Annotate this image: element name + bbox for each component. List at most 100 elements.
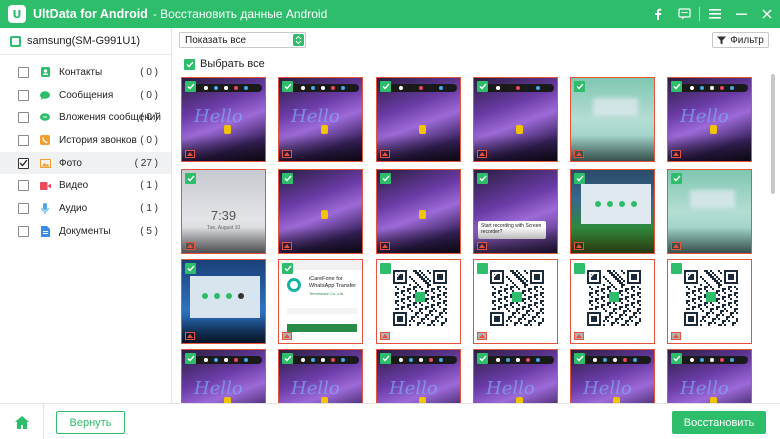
thumb-checkbox[interactable]	[671, 263, 693, 278]
thumb-checkbox[interactable]	[574, 263, 596, 278]
photo-thumbnail[interactable]: Hello	[667, 77, 752, 162]
category-checkbox[interactable]	[18, 202, 29, 214]
menu-icon[interactable]	[702, 0, 728, 28]
thumb-text: Hello	[291, 378, 340, 399]
photo-thumbnail[interactable]: Start recording with Screen recorder?	[473, 169, 558, 254]
photo-thumbnail[interactable]: 7:39Tue, August 10	[181, 169, 266, 254]
photo-thumbnail[interactable]: Hello	[278, 349, 363, 403]
category-checkbox[interactable]	[18, 89, 29, 101]
select-all[interactable]: Выбрать все	[184, 58, 265, 70]
thumb-checkbox[interactable]	[380, 81, 391, 92]
photo-thumbnail[interactable]	[473, 259, 558, 344]
category-count: ( 1 )	[140, 202, 158, 214]
photo-thumbnail[interactable]	[181, 259, 266, 344]
thumb-checkbox[interactable]	[380, 263, 402, 278]
image-type-icon	[574, 242, 584, 250]
image-type-icon	[477, 332, 487, 340]
category-label: Сообщения	[59, 89, 114, 101]
thumb-text: Hello	[680, 106, 729, 127]
thumb-checkbox[interactable]	[380, 353, 391, 364]
category-checkbox[interactable]	[18, 180, 29, 192]
thumb-checkbox[interactable]	[477, 81, 488, 92]
thumb-checkbox[interactable]	[282, 81, 293, 92]
photo-thumbnail[interactable]: Hello	[278, 77, 363, 162]
updown-arrow-icon	[293, 34, 304, 46]
photo-thumbnail[interactable]	[667, 259, 752, 344]
feedback-icon[interactable]	[671, 0, 697, 28]
photo-thumbnail[interactable]	[570, 169, 655, 254]
filter-button[interactable]: Фильтр	[712, 32, 769, 48]
photo-thumbnail[interactable]	[667, 169, 752, 254]
photo-thumbnail[interactable]: Hello	[181, 77, 266, 162]
back-button[interactable]: Вернуть	[56, 411, 125, 434]
photo-thumbnail[interactable]: Hello	[570, 349, 655, 403]
thumb-checkbox[interactable]	[671, 173, 682, 184]
video-icon	[39, 180, 51, 192]
thumb-checkbox[interactable]	[185, 263, 196, 274]
category-video[interactable]: Видео ( 1 )	[0, 174, 171, 197]
photo-thumbnail[interactable]: Hello	[376, 349, 461, 403]
thumb-checkbox[interactable]	[282, 173, 293, 184]
photo-thumbnail[interactable]	[570, 77, 655, 162]
photo-thumbnail[interactable]: Hello	[667, 349, 752, 403]
category-checkbox[interactable]	[18, 225, 29, 237]
category-attachments[interactable]: Вложения сообщений ( 0 )	[0, 106, 171, 129]
category-checkbox[interactable]	[18, 112, 29, 124]
category-checkbox[interactable]	[18, 134, 29, 146]
thumb-text: Hello	[291, 106, 340, 127]
thumb-checkbox[interactable]	[477, 263, 499, 278]
photo-thumbnail[interactable]: Hello	[181, 349, 266, 403]
thumb-checkbox[interactable]	[671, 353, 682, 364]
category-contacts[interactable]: Контакты ( 0 )	[0, 61, 171, 84]
image-type-icon	[282, 242, 292, 250]
category-documents[interactable]: Документы ( 5 )	[0, 220, 171, 243]
thumb-checkbox[interactable]	[185, 81, 196, 92]
thumb-checkbox[interactable]	[282, 353, 293, 364]
image-type-icon	[477, 150, 487, 158]
category-checkbox[interactable]	[18, 157, 29, 169]
home-icon	[14, 415, 29, 429]
thumb-checkbox[interactable]	[185, 353, 196, 364]
photo-thumbnail[interactable]	[570, 259, 655, 344]
category-call-history[interactable]: История звонков ( 0 )	[0, 129, 171, 152]
photo-thumbnail[interactable]	[473, 77, 558, 162]
thumb-checkbox[interactable]	[477, 173, 488, 184]
thumb-checkbox[interactable]	[574, 173, 585, 184]
photo-thumbnail[interactable]	[376, 169, 461, 254]
thumb-checkbox[interactable]	[282, 263, 293, 274]
category-audio[interactable]: Аудио ( 1 )	[0, 197, 171, 220]
recover-button[interactable]: Восстановить	[672, 411, 766, 434]
minimize-icon[interactable]	[728, 0, 754, 28]
thumb-checkbox[interactable]	[477, 353, 488, 364]
home-button[interactable]	[0, 404, 44, 439]
close-icon[interactable]	[754, 0, 780, 28]
photo-thumbnail[interactable]	[376, 259, 461, 344]
filter-label: Фильтр	[730, 34, 764, 46]
thumb-checkbox[interactable]	[185, 173, 196, 184]
audio-icon	[39, 202, 51, 214]
category-messages[interactable]: Сообщения ( 0 )	[0, 84, 171, 107]
category-checkbox[interactable]	[18, 66, 29, 78]
category-count: ( 5 )	[140, 225, 158, 237]
category-photos[interactable]: Фото ( 27 )	[0, 151, 171, 175]
photo-thumbnail[interactable]	[278, 169, 363, 254]
image-type-icon	[574, 332, 584, 340]
thumb-checkbox[interactable]	[574, 353, 585, 364]
category-sidebar: samsung(SM-G991U1) Контакты ( 0 ) Сообще…	[0, 28, 172, 403]
select-all-checkbox[interactable]	[184, 58, 195, 70]
photo-thumbnail[interactable]: Hello	[473, 349, 558, 403]
photo-thumbnail[interactable]: iCareFone for WhatsApp Transfer Tenorshar…	[278, 259, 363, 344]
thumb-checkbox[interactable]	[574, 81, 585, 92]
image-type-icon	[671, 332, 681, 340]
scrollbar-thumb[interactable]	[771, 74, 775, 194]
scrollbar[interactable]	[770, 74, 776, 402]
device-selector[interactable]: samsung(SM-G991U1)	[0, 28, 171, 54]
category-label: Фото	[59, 157, 82, 169]
photo-thumbnail[interactable]	[376, 77, 461, 162]
thumb-checkbox[interactable]	[671, 81, 682, 92]
image-type-icon	[574, 150, 584, 158]
show-filter-select[interactable]: Показать все	[179, 32, 306, 48]
facebook-icon[interactable]	[645, 0, 671, 28]
contacts-icon	[39, 66, 51, 78]
thumb-checkbox[interactable]	[380, 173, 391, 184]
